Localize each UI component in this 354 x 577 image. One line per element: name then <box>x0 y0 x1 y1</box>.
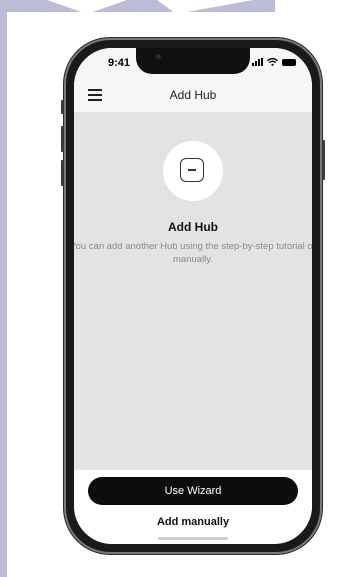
phone-volume-down <box>61 160 64 186</box>
hub-illustration <box>163 141 223 201</box>
use-wizard-button[interactable]: Use Wizard <box>88 477 298 505</box>
battery-icon <box>282 58 296 66</box>
phone-volume-up <box>61 126 64 152</box>
phone-power-button <box>322 140 325 180</box>
signal-icon <box>252 58 263 66</box>
nav-bar: Add Hub <box>74 78 312 113</box>
wifi-icon <box>267 58 278 66</box>
action-panel: Use Wizard Add manually <box>74 470 312 544</box>
hub-device-icon <box>180 158 204 182</box>
backdrop-top-shape <box>7 0 275 12</box>
phone-screen: 9:41 Add Hub Add Hub You can add another… <box>74 48 312 544</box>
notch <box>136 48 250 74</box>
status-time: 9:41 <box>108 57 131 69</box>
backdrop-left-bar <box>0 0 7 577</box>
add-manually-button[interactable]: Add manually <box>88 511 298 533</box>
status-icons <box>252 58 296 66</box>
camera-icon <box>156 54 161 59</box>
content-heading: Add Hub <box>168 220 218 234</box>
page-title: Add Hub <box>169 88 217 102</box>
home-indicator <box>158 537 228 540</box>
content-description: You can add another Hub using the step-b… <box>74 241 312 265</box>
phone-silent-switch <box>61 100 64 114</box>
phone-frame: 9:41 Add Hub Add Hub You can add another… <box>61 40 325 552</box>
